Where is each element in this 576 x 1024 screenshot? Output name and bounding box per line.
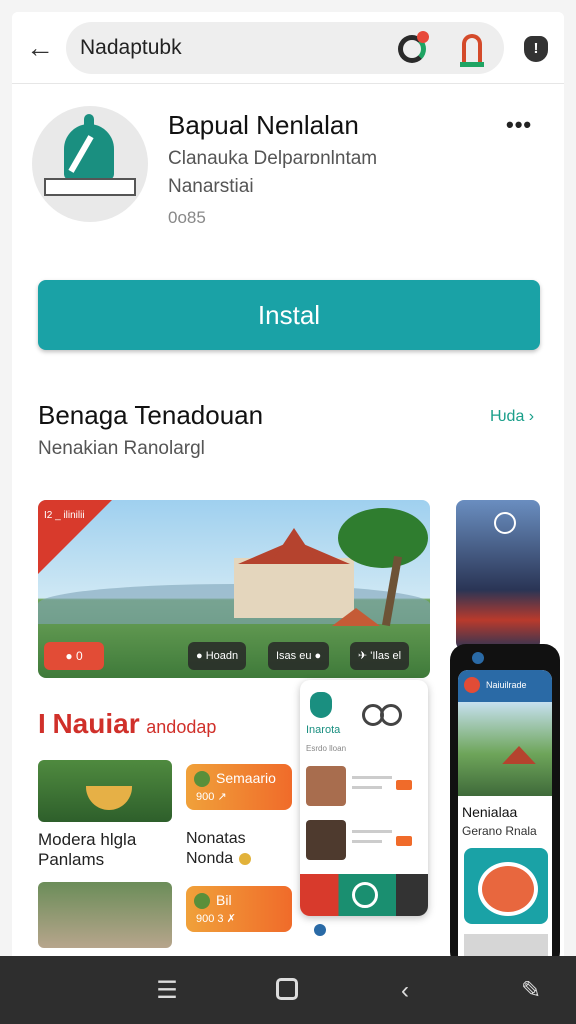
card-action-bar[interactable] [300, 874, 428, 916]
item-chip[interactable]: Semaario 900 ↗ [186, 764, 292, 810]
section-subtitle: Nenakian Ranolargl [38, 438, 205, 459]
app-rating: 0o85 [168, 208, 206, 227]
coin-icon [239, 852, 252, 865]
item-chip[interactable]: Bil 900 3 ✗ [186, 886, 292, 932]
item-thumbnail[interactable] [38, 760, 172, 822]
system-nav-bar: ☰ ‹ ✎ [0, 956, 576, 1024]
palm-tree [338, 508, 428, 568]
palace-building [234, 558, 354, 618]
item-caption: Modera hlgla [38, 830, 137, 849]
page-indicator-dot [314, 924, 326, 936]
section-more-link[interactable]: Ƕda › [490, 408, 534, 426]
install-button[interactable]: Instal [38, 280, 540, 350]
notification-icon[interactable]: ! [524, 36, 548, 62]
app-screen: ← ! Bapual Nenlalan Clanauka Delparɒnlnt… [12, 12, 564, 1012]
card-row-image [306, 820, 346, 860]
app-category: Nanarstiai [168, 176, 254, 197]
camera-dot [472, 652, 484, 664]
app-developer[interactable]: Clanauka Delparɒnlntam [168, 148, 377, 170]
phone-screenshot-image [458, 702, 552, 796]
item-thumbnail[interactable] [38, 882, 172, 948]
phone-preview[interactable]: Naiuilrade Nenialaa Gerano Rnala [450, 644, 560, 968]
more-options-icon[interactable]: ••• [506, 112, 532, 138]
card-row-image [306, 766, 346, 806]
top-bar: ← ! [12, 12, 564, 84]
banner-pill[interactable]: ● Hoadn [188, 642, 247, 670]
section-title: Benaga Tenadouan [38, 400, 264, 430]
item-caption: Panlams [38, 850, 105, 869]
sync-icon[interactable] [398, 31, 429, 63]
back-arrow-icon[interactable]: ← [26, 34, 56, 64]
side-banner[interactable] [456, 500, 540, 650]
play-icon [494, 512, 516, 534]
corner-badge: I2 _ ilinilii [38, 500, 112, 574]
search-icon [352, 882, 378, 908]
preview-card[interactable]: Inarota Esrdo lloan [300, 680, 428, 916]
food-image [464, 848, 548, 924]
banner-pill[interactable]: ✈ 'Ilas el [350, 642, 410, 670]
featured-banner[interactable]: I2 _ ilinilii ● 0 ● Hoadn Isas eu ● ✈ 'I… [38, 500, 430, 678]
banner-pill-left[interactable]: ● 0 [44, 642, 104, 670]
search-bar[interactable] [66, 22, 504, 74]
banner-pill[interactable]: Isas eu ● [268, 642, 330, 670]
home-icon[interactable] [276, 978, 298, 1000]
mic-icon[interactable] [460, 34, 484, 67]
item-caption: Nonda [186, 850, 252, 868]
item-caption: Nonatas [186, 830, 246, 847]
app-logo [32, 106, 148, 222]
shield-icon [310, 692, 332, 718]
search-input[interactable] [80, 34, 380, 62]
back-icon[interactable]: ‹ [388, 974, 422, 1008]
menu-icon[interactable]: ☰ [150, 974, 184, 1008]
edit-icon[interactable]: ✎ [514, 974, 548, 1008]
promo-heading: I Nauiar andodap [38, 708, 217, 739]
app-title: Bapual Nenlalan [168, 110, 359, 140]
